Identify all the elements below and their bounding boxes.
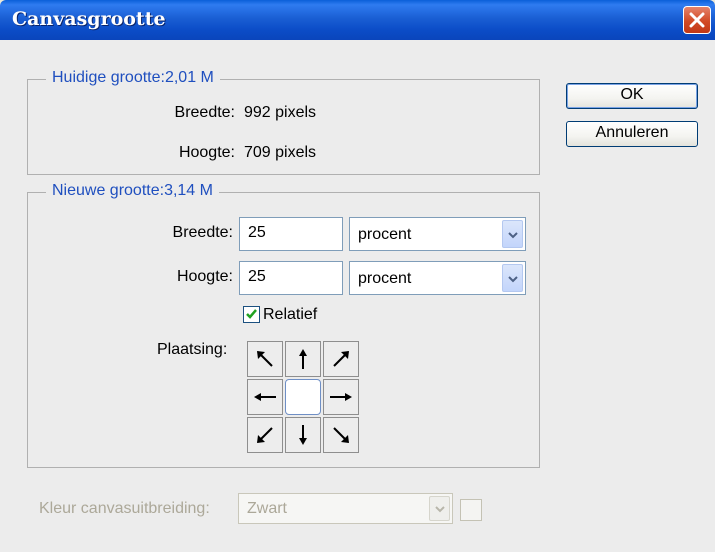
arrow-down-left-icon <box>257 427 273 443</box>
current-width-label: Breedte: <box>174 104 235 121</box>
anchor-top[interactable] <box>285 341 321 377</box>
anchor-label: Plaatsing: <box>157 341 228 358</box>
ok-button[interactable]: OK <box>566 83 698 109</box>
checkmark-icon <box>246 309 257 319</box>
new-height-unit-dropdown[interactable] <box>502 264 523 292</box>
dialog-body: Huidige grootte:2,01 M Breedte: 992 pixe… <box>0 40 715 552</box>
chevron-down-icon <box>508 232 518 239</box>
arrow-right-icon <box>330 393 352 401</box>
current-width-value: 992 pixels <box>244 104 317 121</box>
extension-color-label: Kleur canvasuitbreiding: <box>39 500 210 517</box>
current-height-label: Hoogte: <box>178 144 235 161</box>
new-width-unit-dropdown[interactable] <box>502 220 523 248</box>
anchor-left[interactable] <box>247 379 283 415</box>
new-height-unit-value: procent <box>358 270 412 287</box>
new-width-label: Breedte: <box>172 224 233 241</box>
anchor-bottom-left[interactable] <box>247 417 283 453</box>
extension-color-dropdown[interactable] <box>429 496 450 521</box>
arrow-up-left-icon <box>257 351 273 367</box>
current-height-value: 709 pixels <box>244 144 317 161</box>
relative-checkbox[interactable] <box>243 306 260 323</box>
cancel-button[interactable]: Annuleren <box>566 121 698 147</box>
current-size-legend: Huidige grootte:2,01 M <box>46 69 220 87</box>
arrow-up-right-icon <box>333 351 349 367</box>
anchor-grid <box>247 341 359 453</box>
close-icon <box>689 12 705 28</box>
arrow-left-icon <box>254 393 276 401</box>
arrow-down-icon <box>299 425 307 445</box>
anchor-bottom-right[interactable] <box>323 417 359 453</box>
new-width-unit-select[interactable]: procent <box>349 217 526 251</box>
anchor-top-right[interactable] <box>323 341 359 377</box>
new-height-input[interactable]: 25 <box>239 261 343 295</box>
relative-label: Relatief <box>263 306 318 323</box>
extension-color-value: Zwart <box>247 500 287 517</box>
arrow-down-right-icon <box>333 427 349 443</box>
new-height-label: Hoogte: <box>176 268 233 285</box>
new-height-unit-select[interactable]: procent <box>349 261 526 295</box>
chevron-down-icon <box>435 506 445 513</box>
anchor-right[interactable] <box>323 379 359 415</box>
new-width-input[interactable]: 25 <box>239 217 343 251</box>
anchor-bottom[interactable] <box>285 417 321 453</box>
anchor-top-left[interactable] <box>247 341 283 377</box>
dialog-title-bar[interactable]: Canvasgrootte <box>0 0 715 40</box>
extension-color-select[interactable]: Zwart <box>238 493 453 524</box>
new-size-legend: Nieuwe grootte:3,14 M <box>46 182 219 200</box>
anchor-center[interactable] <box>285 379 321 415</box>
arrow-up-icon <box>299 349 307 369</box>
extension-color-swatch[interactable] <box>460 499 482 521</box>
close-button[interactable] <box>683 6 711 34</box>
dialog-title: Canvasgrootte <box>12 8 166 30</box>
new-width-unit-value: procent <box>358 226 412 243</box>
chevron-down-icon <box>508 276 518 283</box>
